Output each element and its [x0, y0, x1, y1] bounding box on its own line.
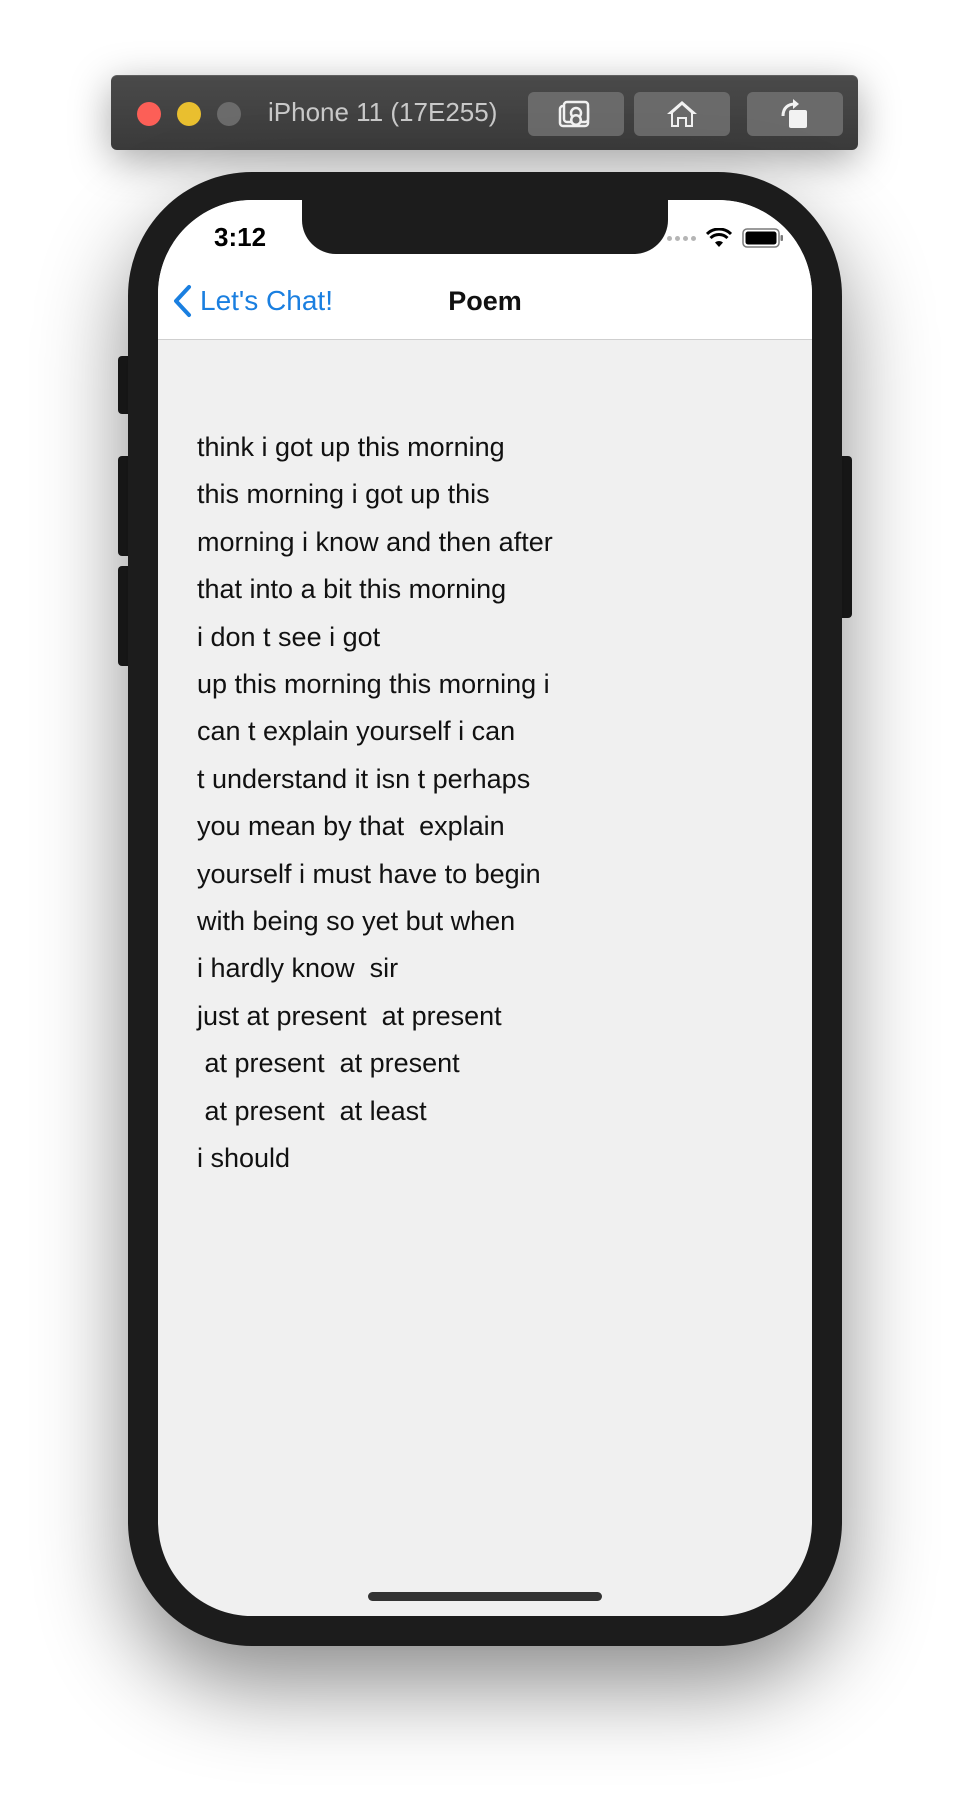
screenshot-icon — [558, 100, 590, 128]
home-indicator[interactable] — [368, 1592, 602, 1601]
screenshot-button[interactable] — [528, 92, 624, 136]
rotate-icon — [781, 99, 807, 128]
poem-line: i hardly know sir — [197, 953, 399, 984]
cellular-signal-icon — [667, 235, 696, 241]
home-icon — [667, 101, 697, 127]
phone-screen: 3:12 Let's Chat! Poem think i got up thi… — [158, 200, 812, 1616]
poem-line: think i got up this morning — [197, 432, 505, 462]
poem-line: with being so yet but when — [197, 906, 516, 937]
poem-line: at present at present — [197, 1048, 460, 1079]
poem-line: just at present at present — [197, 1000, 502, 1031]
rotate-button[interactable] — [747, 92, 843, 136]
poem-line: this morning i got up this — [197, 479, 490, 510]
poem-line: at present at least — [197, 1095, 427, 1126]
poem-line: up this morning this morning i — [197, 669, 550, 700]
wifi-icon — [706, 228, 732, 247]
poem-line: i don t see i got — [197, 621, 381, 652]
battery-icon — [742, 228, 783, 248]
poem-line: yourself i must have to begin — [197, 858, 541, 889]
status-icons — [667, 228, 784, 248]
poem-line: you mean by that explain — [197, 811, 505, 842]
simulator-title-bar: iPhone 11 (17E255) — [111, 75, 858, 150]
minimize-window-button[interactable] — [177, 102, 201, 126]
home-button[interactable] — [634, 92, 730, 136]
poem-line: t understand it isn t perhaps — [197, 763, 531, 794]
close-window-button[interactable] — [137, 102, 161, 126]
poem-line: morning i know and then after — [197, 526, 553, 557]
page-title: Poem — [448, 286, 522, 316]
zoom-window-button[interactable] — [217, 102, 241, 126]
poem-line: can t explain yourself i can — [197, 716, 516, 747]
poem-text: think i got up this morning this morning… — [197, 424, 777, 1183]
simulator-window: iPhone 11 (17E255) 3:12 Let's Chat! Poem… — [0, 0, 970, 1796]
poem-line: i should — [197, 1143, 291, 1174]
simulator-device-title: iPhone 11 (17E255) — [268, 97, 498, 127]
notch — [302, 200, 668, 254]
poem-line: that into a bit this morning — [197, 574, 507, 605]
status-time: 3:12 — [214, 222, 267, 252]
